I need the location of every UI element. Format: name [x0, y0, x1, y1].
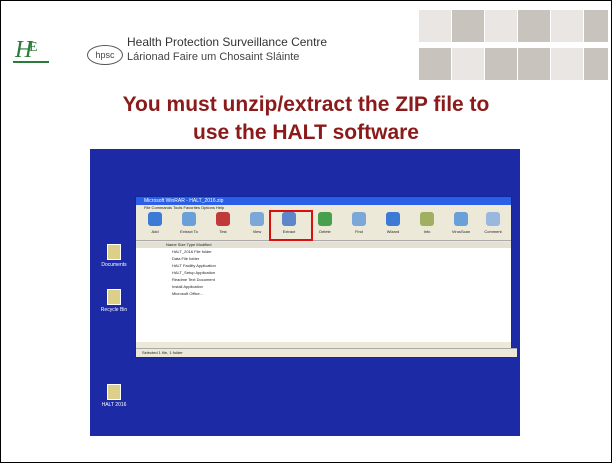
toolbar-button[interactable]: Add [138, 212, 172, 234]
photo-tile [485, 10, 517, 42]
toolbar: Add Extract To Test View Extract Delete … [136, 210, 511, 241]
find-icon [352, 212, 366, 226]
delete-icon [318, 212, 332, 226]
list-item[interactable]: Readme Text Document [136, 276, 511, 283]
photo-tile [452, 10, 484, 42]
photo-tile [518, 48, 550, 80]
toolbar-button[interactable]: Find [342, 212, 376, 234]
list-item[interactable]: HALT_2016 File folder [136, 248, 511, 255]
toolbar-button[interactable]: Extract To [172, 212, 206, 234]
toolbar-button[interactable]: Wizard [376, 212, 410, 234]
desktop-icon[interactable]: Recycle Bin [94, 289, 134, 313]
hpsc-badge: hpsc [87, 45, 123, 65]
photo-tile [551, 48, 583, 80]
info-icon [420, 212, 434, 226]
add-icon [148, 212, 162, 226]
toolbar-button[interactable]: Delete [308, 212, 342, 234]
photo-tile [452, 48, 484, 80]
header-banner: H E hpsc Health Protection Surveillance … [1, 1, 611, 93]
folder-icon [107, 384, 121, 400]
toolbar-button[interactable]: VirusScan [444, 212, 478, 234]
photo-tile [584, 10, 608, 42]
wizard-icon [386, 212, 400, 226]
svg-text:E: E [29, 40, 38, 55]
list-item[interactable]: Data File folder [136, 255, 511, 262]
toolbar-button[interactable]: Info [410, 212, 444, 234]
photo-tile [551, 10, 583, 42]
org-name-ga: Lárionad Faire um Chosaint Sláinte [127, 51, 300, 63]
slide-title-line2: use the HALT software [193, 121, 419, 144]
desktop-icon[interactable]: HALT 2016 [94, 384, 134, 408]
extract-to-icon [182, 212, 196, 226]
view-icon [250, 212, 264, 226]
list-item[interactable]: HALT Facility Application [136, 262, 511, 269]
desktop-icon[interactable]: Documents [94, 244, 134, 268]
org-name-en: Health Protection Surveillance Centre [127, 35, 328, 49]
folder-icon [107, 244, 121, 260]
slide-frame: H E hpsc Health Protection Surveillance … [0, 0, 612, 463]
photo-tile [518, 10, 550, 42]
winrar-window: Microsoft WinRAR - HALT_2016.zip File Co… [135, 196, 517, 358]
window-title[interactable]: Microsoft WinRAR - HALT_2016.zip [136, 197, 511, 205]
toolbar-button[interactable]: Comment [476, 212, 510, 234]
photo-tile [419, 10, 451, 42]
photo-tile [485, 48, 517, 80]
virus-scan-icon [454, 212, 468, 226]
hse-logo-icon: H E [13, 37, 49, 63]
file-list: Name Size Type Modified HALT_2016 File f… [136, 242, 511, 342]
slide-title-line1: You must unzip/extract the ZIP file to [122, 93, 490, 116]
status-bar: Selected 1 file, 1 folder [136, 348, 517, 357]
list-item[interactable]: Install Application [136, 283, 511, 290]
list-item[interactable]: Microsoft Office... [136, 290, 511, 297]
comment-icon [486, 212, 500, 226]
toolbar-button[interactable]: Test [206, 212, 240, 234]
test-icon [216, 212, 230, 226]
extract-highlight-box [269, 210, 313, 241]
desktop-screenshot: Documents Recycle Bin HALT 2016 Microsof… [90, 149, 520, 436]
list-item[interactable]: HALT_Setup Application [136, 269, 511, 276]
photo-tile [584, 48, 608, 80]
recycle-bin-icon [107, 289, 121, 305]
photo-tile [419, 48, 451, 80]
